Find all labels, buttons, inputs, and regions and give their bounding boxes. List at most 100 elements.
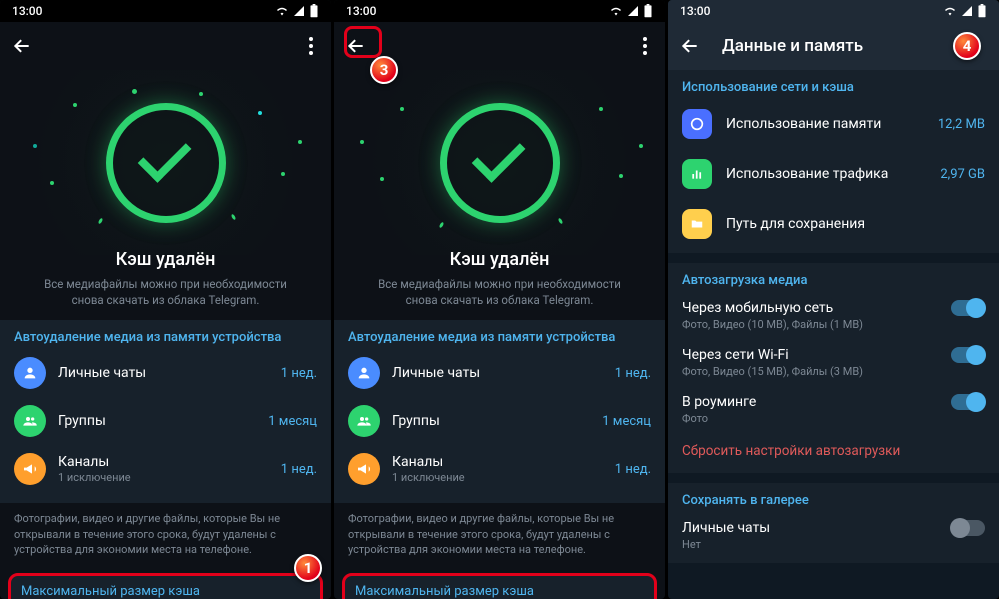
row-traffic-usage[interactable]: Использование трафика 2,97 GB	[682, 149, 985, 199]
row-storage-usage[interactable]: Использование памяти 12,2 MB	[682, 99, 985, 149]
phone-screen-1: 13:00 Кэш удалён Все медиафайлы можно пр…	[0, 0, 331, 599]
toggle-roaming[interactable]	[951, 394, 985, 410]
row-label: Каналы	[58, 454, 281, 470]
row-value: 1 нед.	[615, 366, 651, 381]
row-roaming[interactable]: В роуминге Фото	[682, 386, 985, 433]
back-button[interactable]	[12, 36, 32, 56]
row-value: 2,97 GB	[940, 167, 985, 182]
row-value: 1 месяц	[602, 414, 651, 429]
row-private-chats[interactable]: Личные чаты 1 нед.	[14, 349, 317, 397]
toggle-gallery-private[interactable]	[951, 520, 985, 536]
row-label: Группы	[58, 413, 268, 429]
more-menu-button[interactable]	[303, 31, 319, 61]
row-gallery-private[interactable]: Личные чаты Нет	[682, 512, 985, 559]
row-sublabel: Фото, Видео (10 MB), Файлы (1 MB)	[682, 318, 951, 331]
row-channels[interactable]: Каналы 1 исключение 1 нед.	[14, 445, 317, 493]
phone-screen-3: 13:00 Данные и память 4 Использование се…	[668, 0, 999, 599]
row-sublabel: Фото	[682, 412, 951, 425]
back-button[interactable]	[680, 36, 700, 56]
cache-cleared-graphic	[0, 70, 331, 255]
statusbar: 13:00	[668, 0, 999, 22]
status-time: 13:00	[346, 4, 376, 18]
row-wifi[interactable]: Через сети Wi-Fi Фото, Видео (15 MB), Фа…	[682, 339, 985, 386]
row-label: Через мобильную сеть	[682, 300, 951, 316]
status-icons	[275, 4, 319, 18]
row-label: Группы	[392, 413, 602, 429]
group-icon	[14, 405, 46, 437]
gallery-header: Сохранять в галерее	[682, 493, 985, 508]
autodelete-section: Автоудаление медиа из памяти устройства …	[334, 320, 665, 503]
row-label: Личные чаты	[682, 520, 951, 536]
row-sublabel: Фото, Видео (15 MB), Файлы (3 MB)	[682, 365, 951, 378]
row-groups[interactable]: Группы 1 месяц	[348, 397, 651, 445]
row-value: 1 нед.	[281, 366, 317, 381]
row-private-chats[interactable]: Личные чаты 1 нед.	[348, 349, 651, 397]
annotation-badge-3: 3	[370, 56, 398, 84]
autodelete-footer: Фотографии, видео и другие файлы, которы…	[334, 503, 665, 569]
wifi-icon	[943, 5, 957, 17]
status-time: 13:00	[680, 4, 710, 18]
phone-screen-2: 13:00 3 Кэш удалён Все медиафайлы можно …	[334, 0, 665, 599]
row-value: 12,2 MB	[938, 117, 985, 132]
autodelete-header: Автоудаление медиа из памяти устройства	[348, 330, 651, 345]
megaphone-icon	[348, 453, 380, 485]
row-sublabel: 1 исключение	[392, 471, 615, 484]
statusbar: 13:00	[0, 0, 331, 22]
max-cache-header: Максимальный размер кэша	[355, 584, 644, 599]
appbar	[0, 22, 331, 70]
max-cache-highlight: Максимальный размер кэша 5 GB 16 GB ∞ 2	[342, 573, 657, 599]
autodelete-footer: Фотографии, видео и другие файлы, которы…	[0, 503, 331, 569]
chart-icon	[682, 159, 712, 189]
cache-cleared-subtitle: Все медиафайлы можно при необходимости с…	[334, 270, 665, 320]
battery-icon	[977, 4, 987, 18]
battery-icon	[309, 4, 319, 18]
network-header: Использование сети и кэша	[682, 80, 985, 95]
folder-icon	[682, 209, 712, 239]
row-value: 1 нед.	[281, 462, 317, 477]
more-menu-button[interactable]	[637, 31, 653, 61]
row-sublabel: Нет	[682, 538, 951, 551]
reset-autoload-button[interactable]: Сбросить настройки автозагрузки	[682, 433, 985, 469]
row-mobile-data[interactable]: Через мобильную сеть Фото, Видео (10 MB)…	[682, 292, 985, 339]
row-save-path[interactable]: Путь для сохранения	[682, 199, 985, 249]
toggle-mobile[interactable]	[951, 300, 985, 316]
person-icon	[348, 357, 380, 389]
gallery-section: Сохранять в галерее Личные чаты Нет	[668, 483, 999, 563]
row-label: Через сети Wi-Fi	[682, 347, 951, 363]
row-label: Использование трафика	[726, 166, 888, 182]
person-icon	[14, 357, 46, 389]
row-label: Путь для сохранения	[726, 216, 865, 232]
max-cache-highlight: 1 Максимальный размер кэша 5 GB 16 GB ∞	[8, 573, 323, 599]
autoload-header: Автозагрузка медиа	[682, 273, 985, 288]
group-icon	[348, 405, 380, 437]
row-sublabel: 1 исключение	[58, 471, 281, 484]
signal-icon	[293, 5, 305, 17]
cache-cleared-subtitle: Все медиафайлы можно при необходимости с…	[0, 270, 331, 320]
back-button-highlight	[344, 26, 382, 58]
row-value: 1 нед.	[615, 462, 651, 477]
max-cache-header: Максимальный размер кэша	[21, 584, 310, 599]
signal-icon	[627, 5, 639, 17]
battery-icon	[643, 4, 653, 18]
row-groups[interactable]: Группы 1 месяц	[14, 397, 317, 445]
status-icons	[609, 4, 653, 18]
statusbar: 13:00	[334, 0, 665, 22]
status-time: 13:00	[12, 4, 42, 18]
wifi-icon	[609, 5, 623, 17]
row-label: Личные чаты	[392, 365, 615, 381]
row-label: Использование памяти	[726, 116, 881, 132]
row-value: 1 месяц	[268, 414, 317, 429]
network-section: Использование сети и кэша Использование …	[668, 70, 999, 253]
row-label: Личные чаты	[58, 365, 281, 381]
page-title: Данные и память	[722, 36, 863, 56]
cache-cleared-graphic	[334, 70, 665, 255]
toggle-wifi[interactable]	[951, 347, 985, 363]
appbar: Данные и память 4	[668, 22, 999, 70]
row-label: Каналы	[392, 454, 615, 470]
annotation-badge-4: 4	[953, 32, 981, 60]
row-label: В роуминге	[682, 394, 951, 410]
autodelete-section: Автоудаление медиа из памяти устройства …	[0, 320, 331, 503]
autodelete-header: Автоудаление медиа из памяти устройства	[14, 330, 317, 345]
wifi-icon	[275, 5, 289, 17]
row-channels[interactable]: Каналы 1 исключение 1 нед.	[348, 445, 651, 493]
